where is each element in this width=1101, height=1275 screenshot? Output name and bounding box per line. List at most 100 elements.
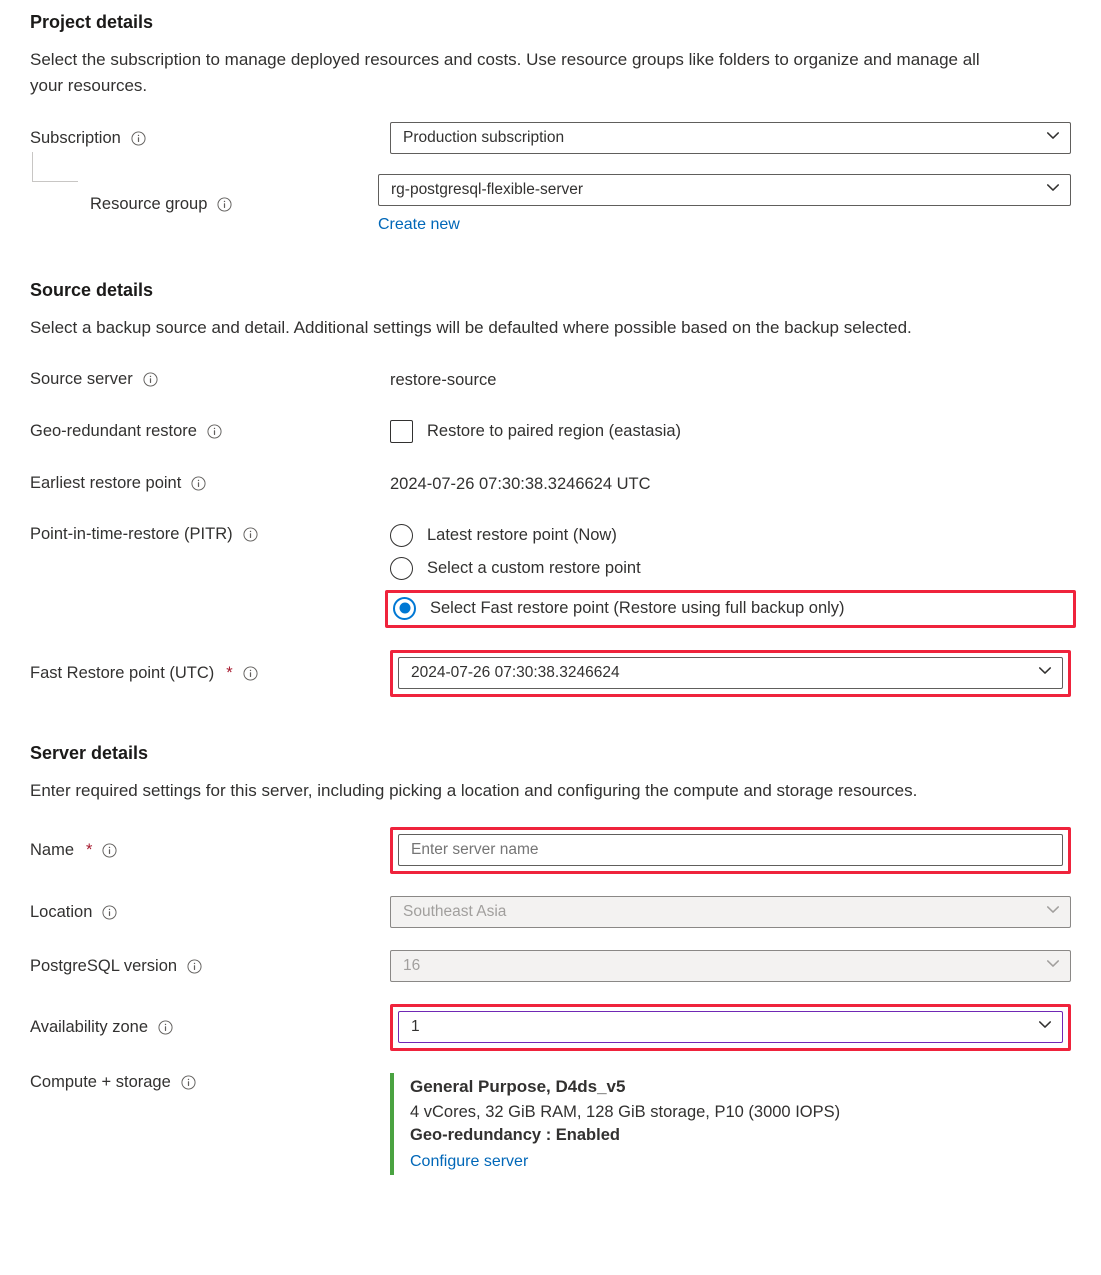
compute-geo-redundancy: Geo-redundancy : Enabled xyxy=(410,1126,1071,1145)
pitr-radio-custom[interactable] xyxy=(390,557,413,580)
server-name-label: Name * xyxy=(30,841,378,860)
chevron-down-icon xyxy=(1046,129,1060,148)
postgresql-version-value: 16 xyxy=(403,957,420,975)
compute-spec: 4 vCores, 32 GiB RAM, 128 GiB storage, P… xyxy=(410,1103,1071,1122)
source-details-heading: Source details xyxy=(30,280,1071,301)
location-select-value: Southeast Asia xyxy=(403,903,506,921)
location-label-text: Location xyxy=(30,903,92,922)
fast-restore-point-row: Fast Restore point (UTC) * 2024-07-26 07… xyxy=(30,650,1071,697)
info-icon[interactable] xyxy=(217,197,232,212)
pitr-radio-custom-label: Select a custom restore point xyxy=(427,559,641,578)
pitr-label-text: Point-in-time-restore (PITR) xyxy=(30,525,233,544)
compute-storage-summary: General Purpose, D4ds_v5 4 vCores, 32 Gi… xyxy=(390,1073,1071,1175)
resource-group-select[interactable]: rg-postgresql-flexible-server xyxy=(378,174,1071,206)
availability-zone-row: Availability zone 1 xyxy=(30,1004,1071,1051)
location-select: Southeast Asia xyxy=(390,896,1071,928)
compute-storage-label-text: Compute + storage xyxy=(30,1073,171,1092)
fast-restore-point-label-text: Fast Restore point (UTC) xyxy=(30,664,214,683)
server-details-heading: Server details xyxy=(30,743,1071,764)
subscription-select[interactable]: Production subscription xyxy=(390,122,1071,154)
project-details-heading: Project details xyxy=(30,12,1071,33)
fast-restore-point-label: Fast Restore point (UTC) * xyxy=(30,664,378,683)
restore-paired-region-checkbox[interactable] xyxy=(390,420,413,443)
fast-restore-point-select[interactable]: 2024-07-26 07:30:38.3246624 xyxy=(398,657,1063,689)
pitr-radio-latest-label: Latest restore point (Now) xyxy=(427,526,617,545)
source-server-row: Source server restore-source xyxy=(30,365,1071,395)
availability-zone-value: 1 xyxy=(411,1018,420,1036)
availability-zone-highlight: 1 xyxy=(390,1004,1071,1051)
info-icon[interactable] xyxy=(191,476,206,491)
server-details-description: Enter required settings for this server,… xyxy=(30,778,990,804)
pitr-row: Point-in-time-restore (PITR) Latest rest… xyxy=(30,521,1071,628)
compute-storage-row: Compute + storage General Purpose, D4ds_… xyxy=(30,1073,1071,1175)
subscription-label: Subscription xyxy=(30,129,378,148)
pitr-option-custom[interactable]: Select a custom restore point xyxy=(390,557,1071,580)
location-label: Location xyxy=(30,903,378,922)
availability-zone-select[interactable]: 1 xyxy=(398,1011,1063,1043)
earliest-restore-point-value: 2024-07-26 07:30:38.3246624 UTC xyxy=(390,475,651,493)
resource-group-label-text: Resource group xyxy=(90,195,207,214)
restore-paired-region-label: Restore to paired region (eastasia) xyxy=(427,422,681,441)
pitr-option-latest[interactable]: Latest restore point (Now) xyxy=(390,524,1071,547)
source-server-label: Source server xyxy=(30,370,378,389)
info-icon[interactable] xyxy=(102,905,117,920)
geo-redundant-restore-row: Geo-redundant restore Restore to paired … xyxy=(30,417,1071,447)
geo-redundant-restore-label: Geo-redundant restore xyxy=(30,422,378,441)
info-icon[interactable] xyxy=(207,424,222,439)
required-asterisk: * xyxy=(86,841,92,860)
source-details-description: Select a backup source and detail. Addit… xyxy=(30,315,990,341)
pitr-option-fast[interactable]: Select Fast restore point (Restore using… xyxy=(393,597,1068,620)
postgresql-version-label-text: PostgreSQL version xyxy=(30,957,177,976)
pitr-label: Point-in-time-restore (PITR) xyxy=(30,521,378,544)
chevron-down-icon xyxy=(1046,181,1060,200)
indent-connector xyxy=(32,152,78,182)
chevron-down-icon xyxy=(1046,957,1060,976)
info-icon[interactable] xyxy=(102,843,117,858)
pitr-radio-group: Latest restore point (Now) Select a cust… xyxy=(390,521,1071,628)
source-server-value: restore-source xyxy=(390,371,496,389)
postgresql-version-select: 16 xyxy=(390,950,1071,982)
availability-zone-label-text: Availability zone xyxy=(30,1018,148,1037)
pitr-option-fast-highlight: Select Fast restore point (Restore using… xyxy=(385,590,1076,628)
info-icon[interactable] xyxy=(158,1020,173,1035)
subscription-row: Subscription Production subscription xyxy=(30,122,1071,154)
server-details-section: Server details Enter required settings f… xyxy=(30,743,1071,1176)
subscription-select-value: Production subscription xyxy=(403,129,564,147)
compute-sku-title: General Purpose, D4ds_v5 xyxy=(410,1077,1071,1097)
server-name-label-text: Name xyxy=(30,841,74,860)
availability-zone-label: Availability zone xyxy=(30,1018,378,1037)
resource-group-select-value: rg-postgresql-flexible-server xyxy=(391,181,583,199)
postgresql-version-label: PostgreSQL version xyxy=(30,957,378,976)
pitr-radio-fast[interactable] xyxy=(393,597,416,620)
info-icon[interactable] xyxy=(143,372,158,387)
server-name-row: Name * xyxy=(30,827,1071,874)
required-asterisk: * xyxy=(226,664,232,683)
info-icon[interactable] xyxy=(181,1075,196,1090)
resource-group-row: Resource group rg-postgresql-flexible-se… xyxy=(30,174,1071,234)
pitr-radio-fast-label: Select Fast restore point (Restore using… xyxy=(430,599,845,618)
chevron-down-icon xyxy=(1038,663,1052,682)
server-name-input[interactable] xyxy=(398,834,1063,866)
postgresql-version-row: PostgreSQL version 16 xyxy=(30,950,1071,982)
earliest-restore-point-label-text: Earliest restore point xyxy=(30,474,181,493)
chevron-down-icon xyxy=(1046,903,1060,922)
pitr-radio-latest[interactable] xyxy=(390,524,413,547)
server-name-highlight xyxy=(390,827,1071,874)
create-new-link[interactable]: Create new xyxy=(378,216,460,234)
info-icon[interactable] xyxy=(131,131,146,146)
source-server-label-text: Source server xyxy=(30,370,133,389)
project-details-section: Project details Select the subscription … xyxy=(30,12,1071,234)
fast-restore-point-value: 2024-07-26 07:30:38.3246624 xyxy=(411,664,620,682)
info-icon[interactable] xyxy=(243,527,258,542)
fast-restore-point-highlight: 2024-07-26 07:30:38.3246624 xyxy=(390,650,1071,697)
earliest-restore-point-row: Earliest restore point 2024-07-26 07:30:… xyxy=(30,469,1071,499)
info-icon[interactable] xyxy=(243,666,258,681)
project-details-description: Select the subscription to manage deploy… xyxy=(30,47,990,98)
info-icon[interactable] xyxy=(187,959,202,974)
geo-redundant-restore-label-text: Geo-redundant restore xyxy=(30,422,197,441)
source-details-section: Source details Select a backup source an… xyxy=(30,280,1071,697)
location-row: Location Southeast Asia xyxy=(30,896,1071,928)
resource-group-label: Resource group xyxy=(90,195,378,214)
configure-server-link[interactable]: Configure server xyxy=(410,1153,528,1171)
earliest-restore-point-label: Earliest restore point xyxy=(30,474,378,493)
